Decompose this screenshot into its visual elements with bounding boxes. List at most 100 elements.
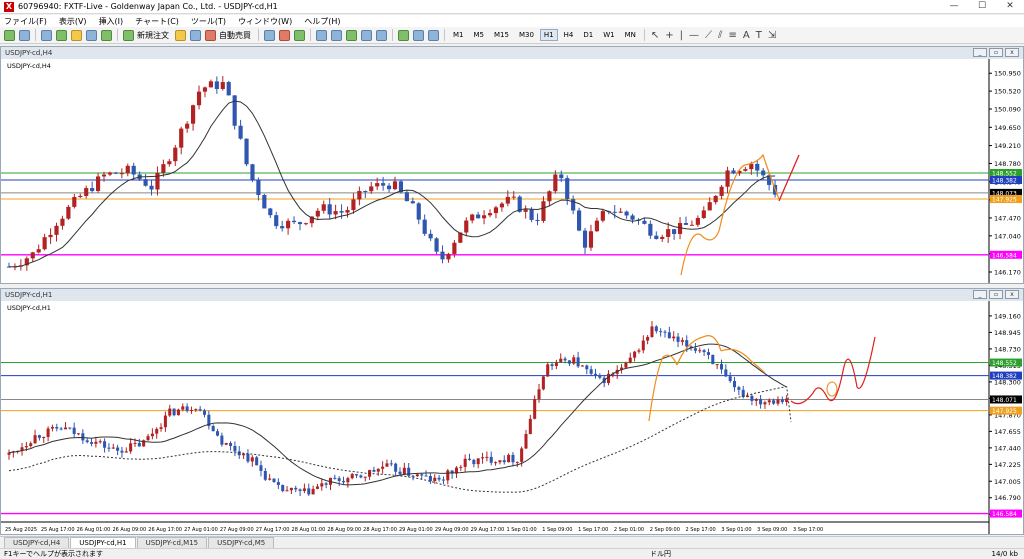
- tile-windows-icon[interactable]: [346, 29, 357, 41]
- menu-tools[interactable]: ツール(T): [191, 16, 226, 27]
- timeframe-d1[interactable]: D1: [579, 29, 597, 41]
- chart-restore-button[interactable]: ▫: [989, 48, 1003, 57]
- templates-icon[interactable]: [428, 29, 439, 41]
- new-chart-icon[interactable]: [4, 29, 15, 41]
- candle-body: [528, 418, 532, 435]
- candle-body: [55, 426, 59, 429]
- label-tool-icon[interactable]: T: [756, 30, 762, 41]
- candle-body: [116, 447, 120, 451]
- terminal-icon[interactable]: [86, 29, 97, 41]
- periods-icon[interactable]: [413, 29, 424, 41]
- chart-window-h1[interactable]: USDJPY-cd,H1 _ ▫ x 149.160 148.945 148.730…: [0, 288, 1024, 535]
- menu-view[interactable]: 表示(V): [59, 16, 87, 27]
- new-order-button[interactable]: 新規注文: [137, 30, 169, 41]
- auto-trading-icon[interactable]: [205, 29, 216, 41]
- candle-body: [29, 443, 33, 447]
- crosshair-icon[interactable]: +: [665, 30, 673, 41]
- candle-body: [294, 487, 298, 490]
- candle-body: [589, 369, 593, 374]
- chart-window-header: USDJPY-cd,H1 _ ▫ x: [1, 289, 1023, 301]
- vertical-line-icon[interactable]: |: [680, 30, 683, 41]
- chart-minimize-button[interactable]: _: [973, 48, 987, 57]
- candle-body: [250, 457, 254, 462]
- line-chart-icon[interactable]: [294, 29, 305, 41]
- candle-body: [359, 475, 363, 478]
- candle-body: [415, 474, 419, 477]
- menu-window[interactable]: ウィンドウ(W): [238, 16, 292, 27]
- bar-chart-icon[interactable]: [264, 29, 275, 41]
- menu-insert[interactable]: 挿入(I): [99, 16, 124, 27]
- tab-usdjpy-h1[interactable]: USDJPY-cd,H1: [70, 537, 136, 548]
- timeframe-h1[interactable]: H1: [539, 29, 558, 41]
- maximize-button[interactable]: ☐: [968, 0, 996, 14]
- zoom-in-icon[interactable]: [316, 29, 327, 41]
- close-button[interactable]: ✕: [996, 0, 1024, 14]
- price-chart-h4[interactable]: 150.950 150.520 150.090 149.650 149.210 148.7…: [1, 59, 1023, 283]
- market-watch-icon[interactable]: [41, 29, 52, 41]
- menu-help[interactable]: ヘルプ(H): [304, 16, 340, 27]
- zoom-out-icon[interactable]: [331, 29, 342, 41]
- timeframe-w1[interactable]: W1: [599, 29, 618, 41]
- title-bar: X 60796940: FXTF-Live - Goldenway Japan …: [0, 0, 1024, 14]
- candle-body: [476, 458, 480, 465]
- timeframe-mn[interactable]: MN: [621, 29, 640, 41]
- fibonacci-icon[interactable]: ≡: [728, 30, 736, 41]
- time-tick-label: 27 Aug 09:00: [220, 527, 254, 533]
- new-order-icon[interactable]: [123, 29, 134, 41]
- candle-body: [499, 203, 504, 208]
- chart-window-h4[interactable]: USDJPY-cd,H4 _ ▫ x 150.950 150.520 150.090…: [0, 46, 1024, 284]
- text-tool-icon[interactable]: A: [743, 30, 750, 41]
- chart-restore-button[interactable]: ▫: [989, 290, 1003, 299]
- candle-body: [85, 440, 89, 443]
- chart-close-button[interactable]: x: [1005, 48, 1019, 57]
- data-window-icon[interactable]: [56, 29, 67, 41]
- chart-shift-icon[interactable]: [361, 29, 372, 41]
- horizontal-line-icon[interactable]: —: [689, 30, 699, 41]
- candle-body: [731, 170, 736, 174]
- profiles-icon[interactable]: [19, 29, 30, 41]
- candle-body: [505, 196, 510, 204]
- timeframe-h4[interactable]: H4: [560, 29, 578, 41]
- candle-body: [357, 190, 362, 200]
- candle-body: [244, 138, 249, 165]
- price-tick-label: 150.950: [994, 70, 1021, 78]
- timeframe-m30[interactable]: M30: [515, 29, 538, 41]
- minimize-button[interactable]: —: [940, 0, 968, 14]
- auto-scroll-icon[interactable]: [376, 29, 387, 41]
- price-chart-h1[interactable]: 149.160148.945148.730148.515148.300148.0…: [1, 301, 1023, 534]
- timeframe-m15[interactable]: M15: [490, 29, 513, 41]
- cursor-icon[interactable]: ↖: [651, 30, 659, 41]
- menu-chart[interactable]: チャート(C): [135, 16, 179, 27]
- chart-close-button[interactable]: x: [1005, 290, 1019, 299]
- time-tick-label: 2 Sep 17:00: [686, 527, 716, 533]
- candle-body: [298, 489, 302, 491]
- auto-trading-button[interactable]: 自動売買: [219, 30, 251, 41]
- strategy-tester-icon[interactable]: [101, 29, 112, 41]
- level-price-label: 146.584: [992, 252, 1017, 259]
- channel-icon[interactable]: ⫽: [718, 30, 722, 41]
- price-tick-label: 148.945: [994, 329, 1021, 337]
- arrow-tool-icon[interactable]: ⇲: [768, 30, 776, 41]
- tab-usdjpy-m5[interactable]: USDJPY-cd,M5: [208, 537, 275, 548]
- candle-body: [103, 441, 107, 448]
- navigator-icon[interactable]: [71, 29, 82, 41]
- candle-body: [246, 453, 250, 462]
- timeframe-m1[interactable]: M1: [449, 29, 468, 41]
- timeframe-m5[interactable]: M5: [470, 29, 489, 41]
- chart-minimize-button[interactable]: _: [973, 290, 987, 299]
- candle-body: [346, 478, 350, 483]
- candle-body: [481, 215, 487, 219]
- trendline-icon[interactable]: ⟋: [705, 30, 712, 41]
- tab-usdjpy-h4[interactable]: USDJPY-cd,H4: [4, 537, 70, 548]
- candle-body: [256, 179, 261, 195]
- candle-body: [654, 326, 658, 332]
- tab-usdjpy-m15[interactable]: USDJPY-cd,M15: [136, 537, 208, 548]
- metaeditor-icon[interactable]: [175, 29, 186, 41]
- candle-body: [259, 465, 263, 471]
- candlestick-icon[interactable]: [279, 29, 290, 41]
- scripts-icon[interactable]: [190, 29, 201, 41]
- candle-body: [54, 225, 59, 235]
- indicators-icon[interactable]: [398, 29, 409, 41]
- candle-body: [181, 406, 185, 410]
- menu-file[interactable]: ファイル(F): [4, 16, 47, 27]
